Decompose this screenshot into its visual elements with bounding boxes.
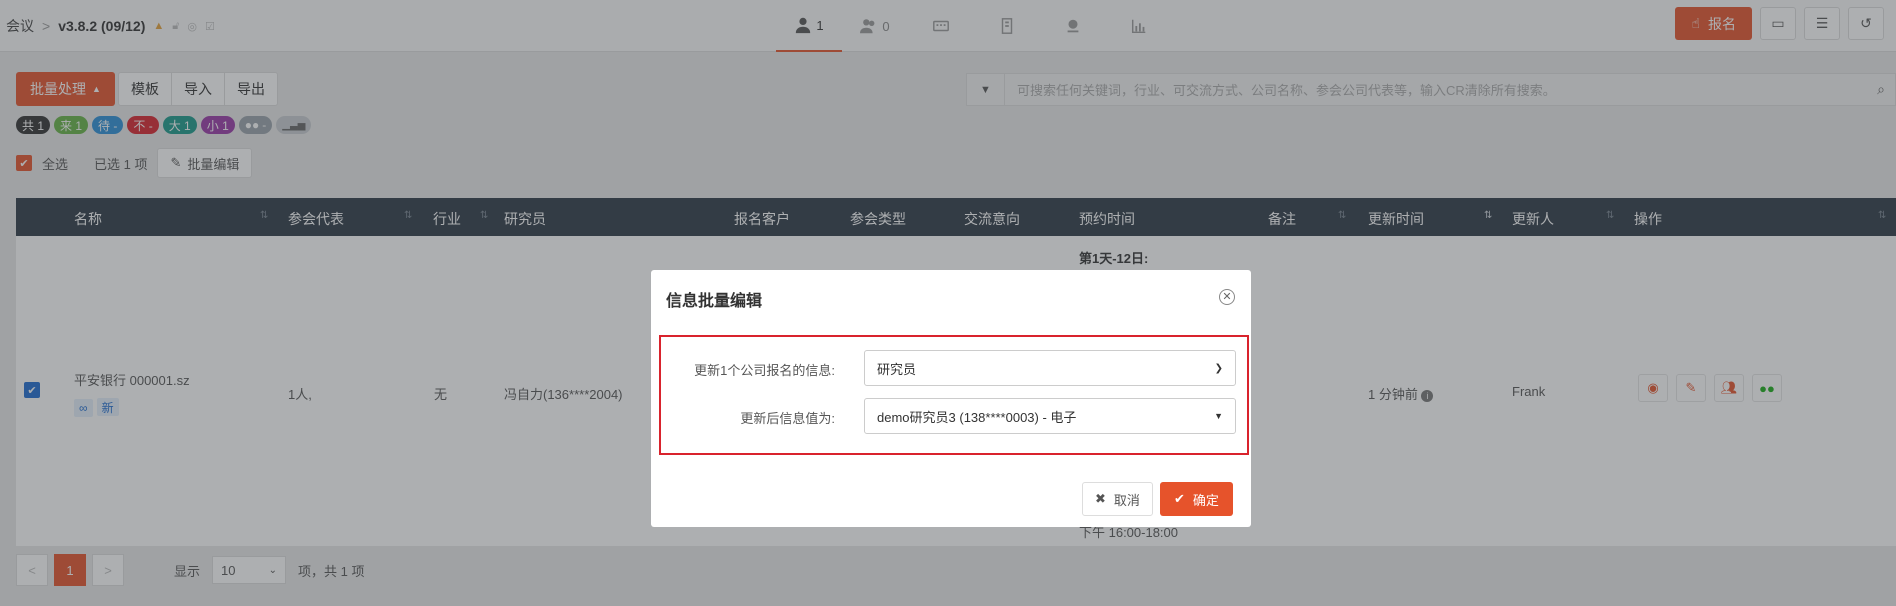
field2-value: demo研究员3 (138****0003) - 电子 bbox=[877, 409, 1077, 425]
close-icon: ✖ bbox=[1095, 491, 1106, 506]
confirm-button[interactable]: ✔ 确定 bbox=[1160, 482, 1233, 516]
check-icon: ✔ bbox=[1174, 491, 1185, 506]
field-row-1: 更新1个公司报名的信息: 研究员 ❯ bbox=[661, 350, 1247, 386]
modal-title: 信息批量编辑 bbox=[666, 293, 763, 310]
field2-select[interactable]: demo研究员3 (138****0003) - 电子 ▼ bbox=[864, 398, 1236, 434]
confirm-label: 确定 bbox=[1192, 492, 1219, 508]
cancel-button[interactable]: ✖ 取消 bbox=[1082, 482, 1153, 516]
field1-value: 研究员 bbox=[877, 361, 917, 377]
field1-label: 更新1个公司报名的信息: bbox=[694, 363, 835, 378]
chevron-down-icon: ❯ bbox=[1214, 362, 1223, 374]
field1-select[interactable]: 研究员 ❯ bbox=[864, 350, 1236, 386]
field-row-2: 更新后信息值为: demo研究员3 (138****0003) - 电子 ▼ bbox=[661, 398, 1247, 434]
batch-edit-modal: 信息批量编辑 ✕ 更新1个公司报名的信息: 研究员 ❯ 更新后信息值为: dem… bbox=[651, 270, 1251, 527]
cancel-label: 取消 bbox=[1113, 492, 1140, 508]
modal-form-highlight: 更新1个公司报名的信息: 研究员 ❯ 更新后信息值为: demo研究员3 (13… bbox=[659, 335, 1249, 455]
close-icon[interactable]: ✕ bbox=[1219, 289, 1235, 305]
field2-label: 更新后信息值为: bbox=[740, 411, 835, 426]
caret-down-icon: ▼ bbox=[1214, 411, 1223, 421]
